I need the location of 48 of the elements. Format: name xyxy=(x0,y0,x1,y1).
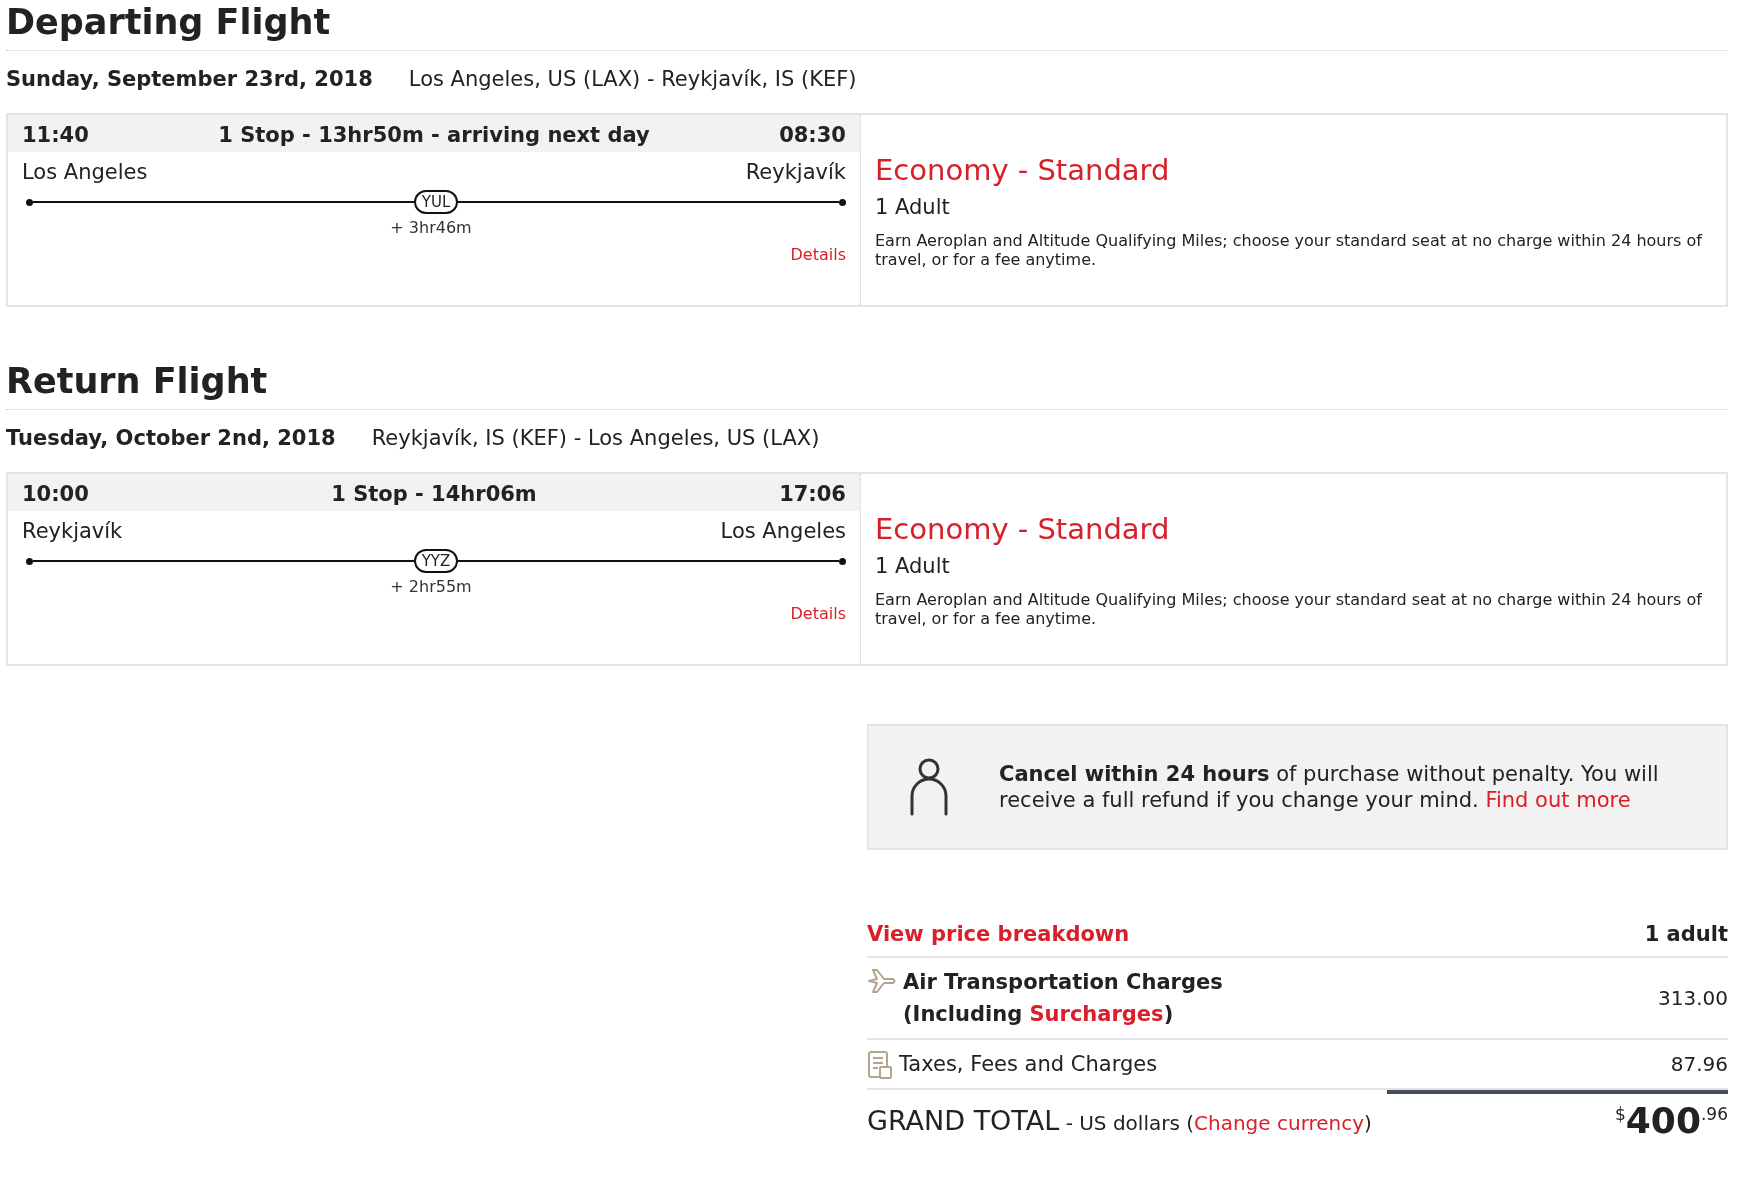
charge-amount: 87.96 xyxy=(1670,1052,1728,1076)
stop-airport-code: YYZ xyxy=(413,549,459,573)
origin-city: Reykjavík xyxy=(22,519,123,543)
price-breakdown-link[interactable]: View price breakdown xyxy=(867,922,1130,946)
departure-time: 10:00 xyxy=(22,482,89,506)
details-link[interactable]: Details xyxy=(790,245,846,264)
flight-route: Los Angeles, US (LAX) - Reykjavík, IS (KEF) xyxy=(408,67,857,91)
endpoint-dot xyxy=(26,557,33,565)
passenger-count: 1 Adult xyxy=(875,195,951,219)
layover-duration: + 3hr46m xyxy=(390,218,472,237)
flight-date: Sunday, September 23rd, 2018 xyxy=(6,67,373,91)
change-currency-link[interactable]: Change currency xyxy=(1194,1111,1365,1135)
layover-duration: + 2hr55m xyxy=(390,577,472,596)
flight-route: Reykjavík, IS (KEF) - Los Angeles, US (LAX) xyxy=(371,426,820,450)
cancel-policy-text: Cancel within 24 hours of purchase without penalty. You will receive a full refund if you change your mind. Find out more xyxy=(999,761,1660,813)
find-out-more-link[interactable]: Find out more xyxy=(1485,788,1631,812)
person-icon xyxy=(909,758,949,816)
fare-name: Economy - Standard xyxy=(875,512,1171,546)
charge-amount: 313.00 xyxy=(1658,986,1728,1010)
endpoint-dot xyxy=(26,198,33,206)
stop-airport-code: YUL xyxy=(413,190,459,214)
arrival-time: 08:30 xyxy=(779,123,846,147)
fare-name: Economy - Standard xyxy=(875,153,1171,187)
airplane-icon xyxy=(867,968,897,994)
grand-total-label: GRAND TOTAL xyxy=(867,1105,1060,1136)
receipt-icon xyxy=(867,1050,893,1080)
passenger-count: 1 Adult xyxy=(875,554,951,578)
arrival-time: 17:06 xyxy=(779,482,846,506)
departure-time: 11:40 xyxy=(22,123,89,147)
destination-city: Los Angeles xyxy=(720,519,846,543)
charge-label: Air Transportation Charges (Including Surcharges) xyxy=(903,969,1224,1028)
section-title: Return Flight xyxy=(6,359,1728,410)
fare-description: Earn Aeroplan and Altitude Qualifying Miles; choose your standard seat at no charge within 24 hours of travel, or for a fee anytime. xyxy=(875,231,1704,269)
section-title: Departing Flight xyxy=(6,0,1728,51)
endpoint-dot xyxy=(839,198,846,206)
currency-note: - US dollars (Change currency) xyxy=(1064,1111,1372,1135)
grand-total-amount: $^{$}$400$^{.96}$ xyxy=(1614,1100,1728,1141)
destination-city: Reykjavík xyxy=(745,160,846,184)
flight-date: Tuesday, October 2nd, 2018 xyxy=(6,426,336,450)
details-link[interactable]: Details xyxy=(790,604,846,623)
endpoint-dot xyxy=(839,557,846,565)
surcharges-link[interactable]: Surcharges xyxy=(1029,1002,1164,1026)
flight-summary: 1 Stop - 13hr50m - arriving next day xyxy=(218,123,650,147)
flight-summary: 1 Stop - 14hr06m xyxy=(331,482,537,506)
charge-label: Taxes, Fees and Charges xyxy=(899,1051,1158,1078)
passenger-count: 1 adult xyxy=(1644,922,1728,946)
fare-description: Earn Aeroplan and Altitude Qualifying Miles; choose your standard seat at no charge within 24 hours of travel, or for a fee anytime. xyxy=(875,590,1704,628)
origin-city: Los Angeles xyxy=(22,160,148,184)
